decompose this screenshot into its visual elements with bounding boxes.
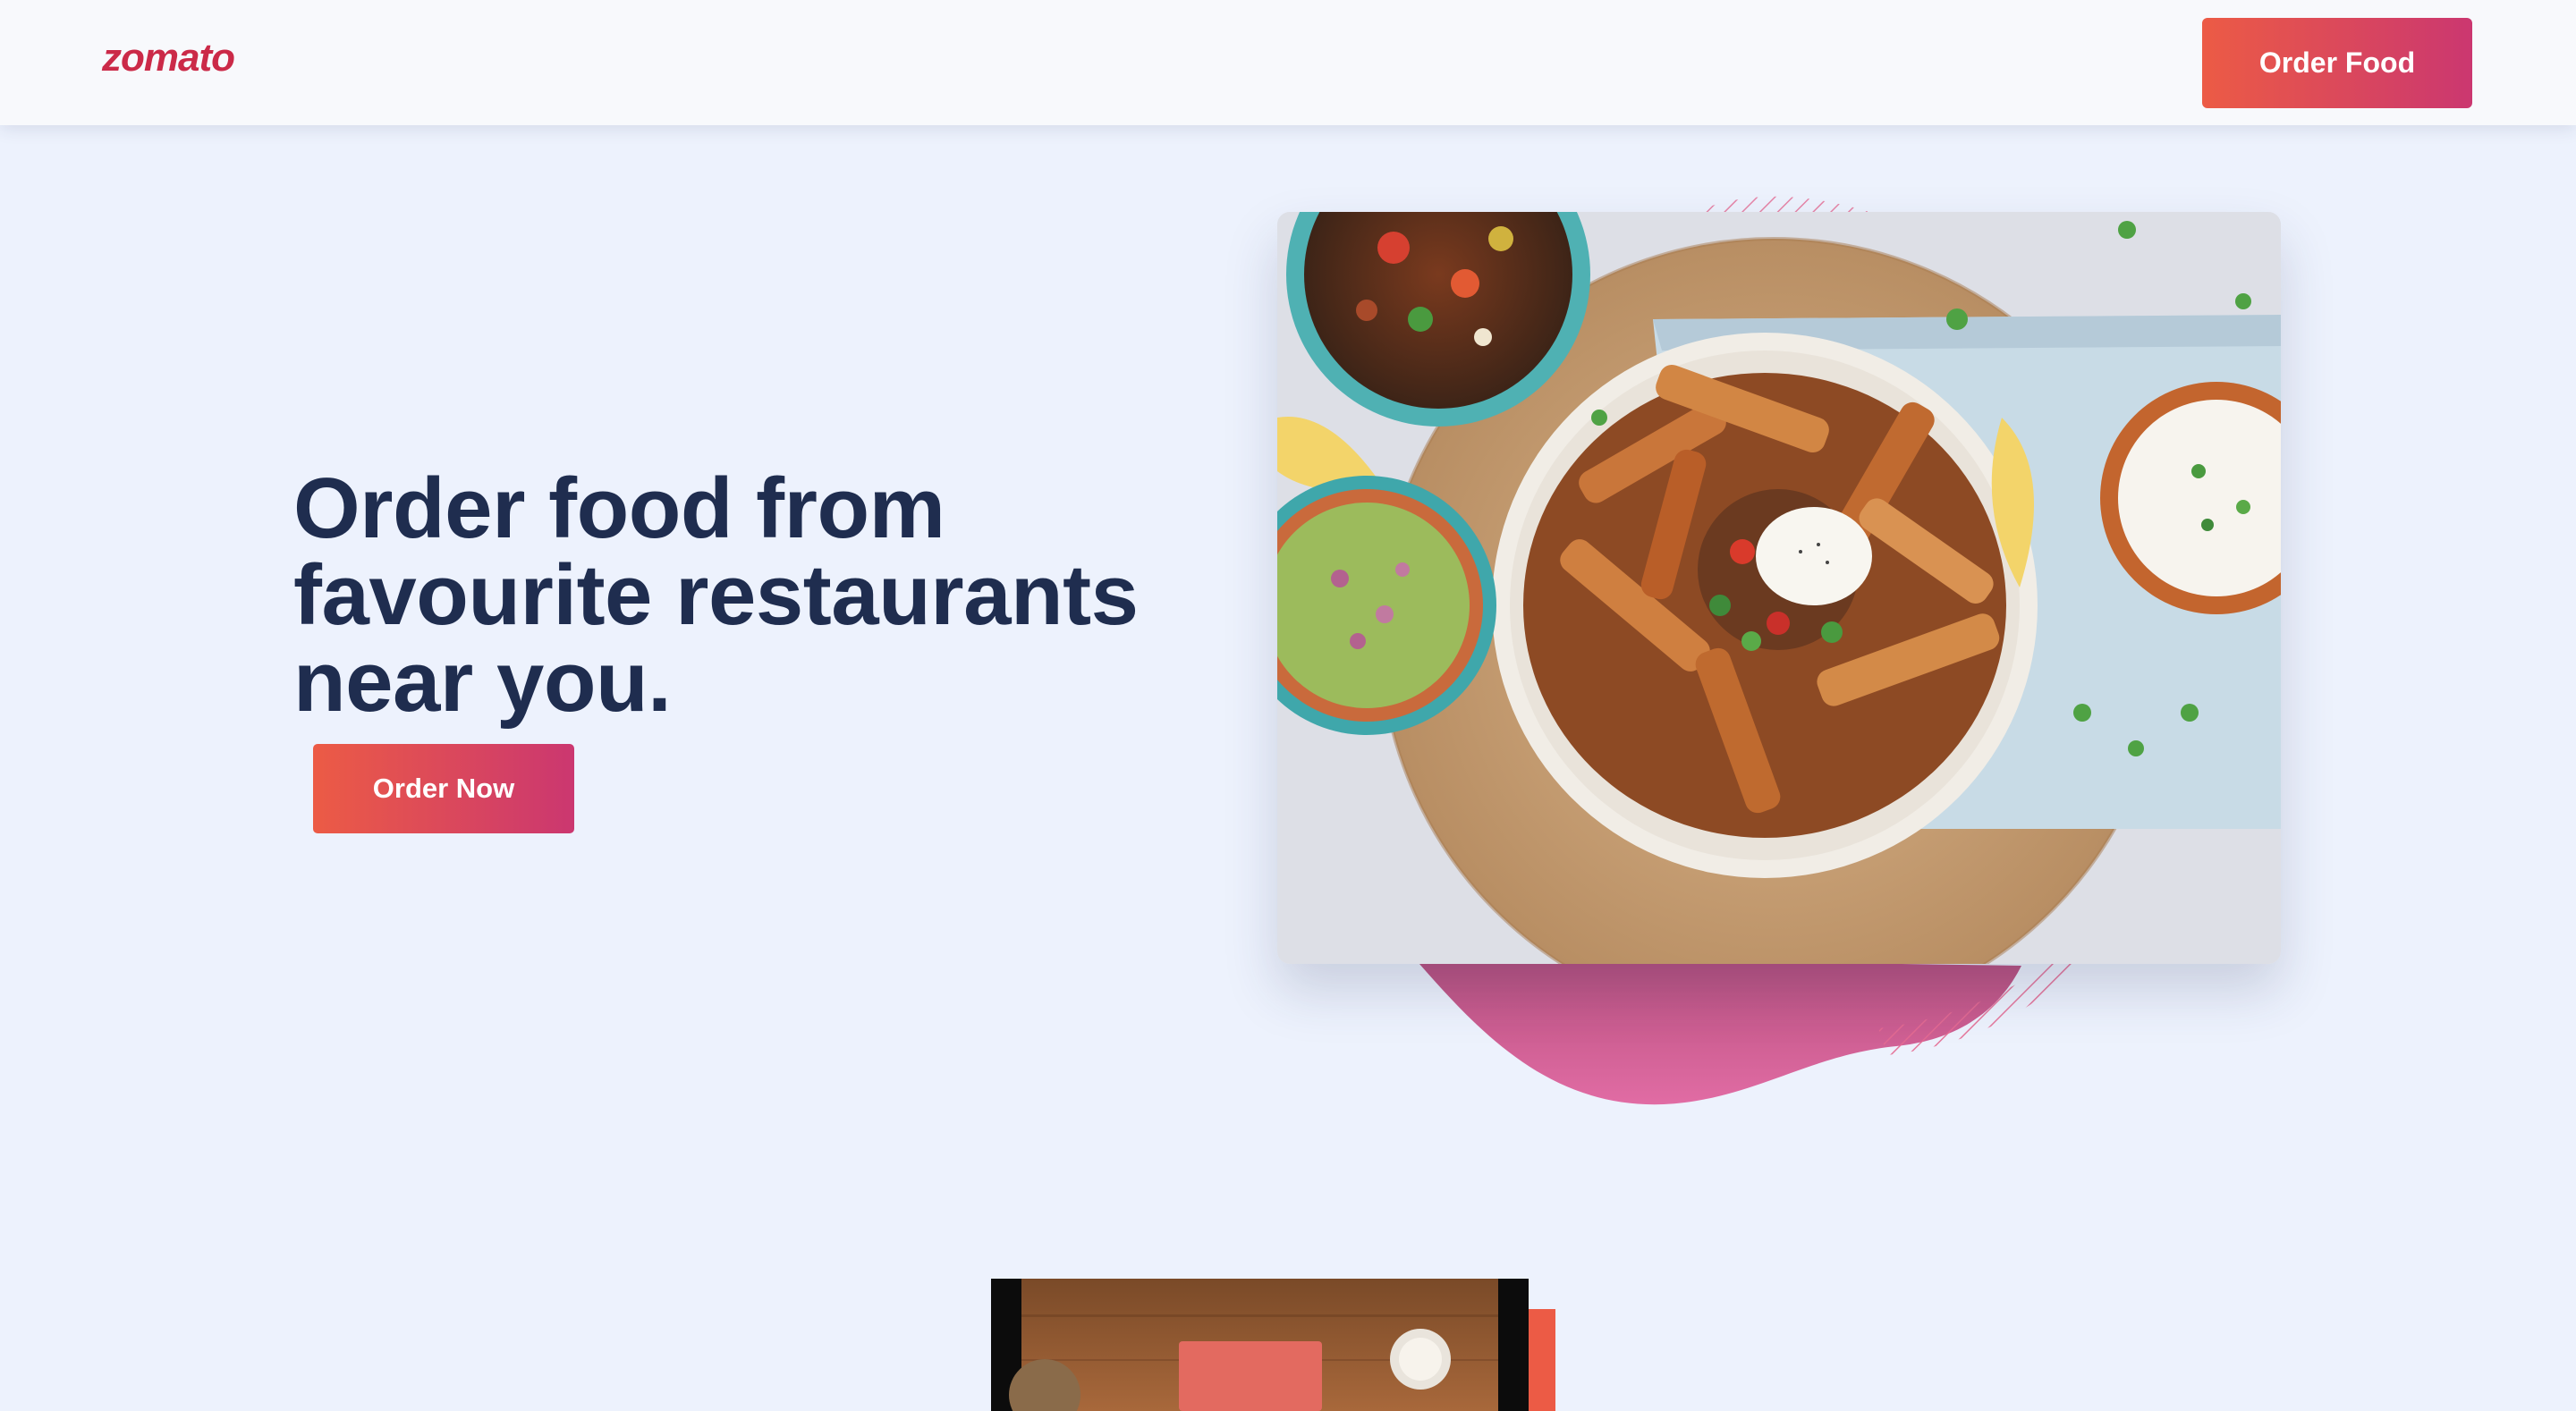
video-preview[interactable]	[991, 1279, 1529, 1411]
navbar: zomato Order Food	[0, 0, 2576, 125]
hero-food-image	[1277, 212, 2281, 964]
zomato-logo[interactable]: zomato	[102, 36, 235, 80]
video-thumbnail-icon	[1009, 1279, 1498, 1411]
food-photo-icon	[1277, 212, 2281, 964]
order-food-button[interactable]: Order Food	[2202, 18, 2472, 108]
hero-heading: Order food from favourite restaurants ne…	[293, 460, 1139, 730]
video-accent-bar	[1529, 1309, 1555, 1411]
order-now-button[interactable]: Order Now	[313, 744, 574, 833]
